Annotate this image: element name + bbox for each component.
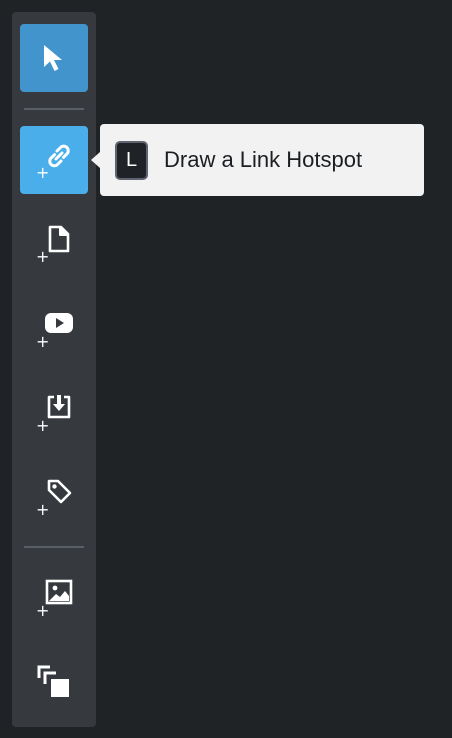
layers-tool-button[interactable] — [20, 648, 88, 716]
plus-icon: + — [36, 332, 50, 351]
image-icon — [45, 579, 73, 605]
plus-icon: + — [36, 416, 50, 435]
toolbar-divider — [24, 108, 84, 110]
plus-icon: + — [36, 601, 50, 620]
tool-sidebar: + + + + + + — [12, 12, 96, 727]
tag-hotspot-tool-button[interactable]: + — [20, 463, 88, 531]
download-tray-icon — [47, 395, 71, 419]
shortcut-key-badge: L — [115, 140, 148, 180]
download-hotspot-tool-button[interactable]: + — [20, 379, 88, 447]
tool-tooltip: L Draw a Link Hotspot — [91, 124, 424, 196]
stacked-squares-icon — [37, 665, 69, 697]
link-hotspot-tool-button[interactable]: + — [20, 126, 88, 194]
tooltip-arrow — [91, 152, 100, 168]
tag-icon — [47, 479, 72, 504]
video-hotspot-tool-button[interactable]: + — [20, 295, 88, 363]
tooltip-label: Draw a Link Hotspot — [164, 147, 363, 172]
cursor-arrow-icon — [44, 45, 62, 71]
plus-icon: + — [36, 163, 50, 182]
toolbar-divider — [24, 546, 84, 548]
plus-icon: + — [36, 247, 50, 266]
plus-icon: + — [36, 500, 50, 519]
image-hotspot-tool-button[interactable]: + — [20, 564, 88, 632]
select-tool-button[interactable] — [20, 24, 88, 92]
document-icon — [48, 225, 70, 253]
page-hotspot-tool-button[interactable]: + — [20, 210, 88, 278]
youtube-play-icon — [45, 313, 73, 333]
